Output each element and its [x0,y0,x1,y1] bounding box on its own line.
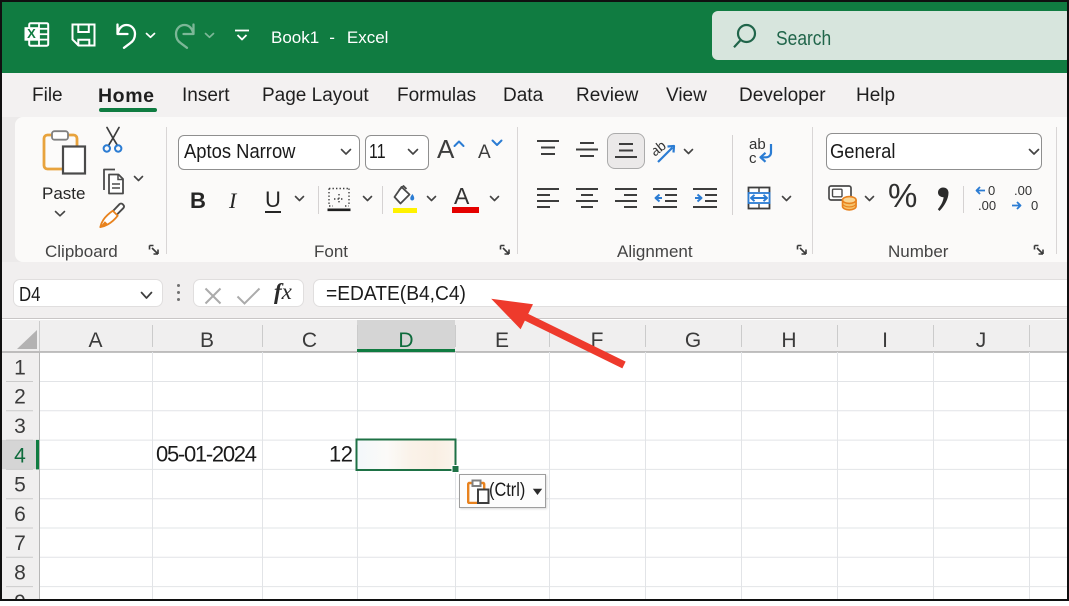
svg-text:4: 4 [14,444,26,467]
svg-text:7: 7 [14,532,26,555]
svg-text:A: A [88,329,102,352]
svg-text:D: D [398,329,413,352]
svg-text:3: 3 [14,415,26,438]
svg-text:0: 0 [1031,198,1038,213]
svg-text:1: 1 [14,356,26,379]
svg-text:G: G [685,329,701,352]
svg-text:B: B [200,329,214,352]
svg-text:6: 6 [14,503,26,526]
svg-text:J: J [976,329,987,352]
svg-text:05-01-2024: 05-01-2024 [156,442,257,467]
svg-text:ab: ab [653,139,669,159]
svg-text:.00: .00 [1014,184,1032,198]
svg-text:H: H [781,329,796,352]
svg-text:I: I [882,329,888,352]
svg-text:8: 8 [14,562,26,585]
svg-text:C: C [302,329,317,352]
svg-text:X: X [27,26,36,41]
svg-text:c: c [749,150,757,165]
svg-text:0: 0 [988,184,995,198]
svg-text:.00: .00 [978,198,996,213]
svg-text:12: 12 [329,442,353,467]
svg-text:5: 5 [14,474,26,497]
svg-text:2: 2 [14,386,26,409]
